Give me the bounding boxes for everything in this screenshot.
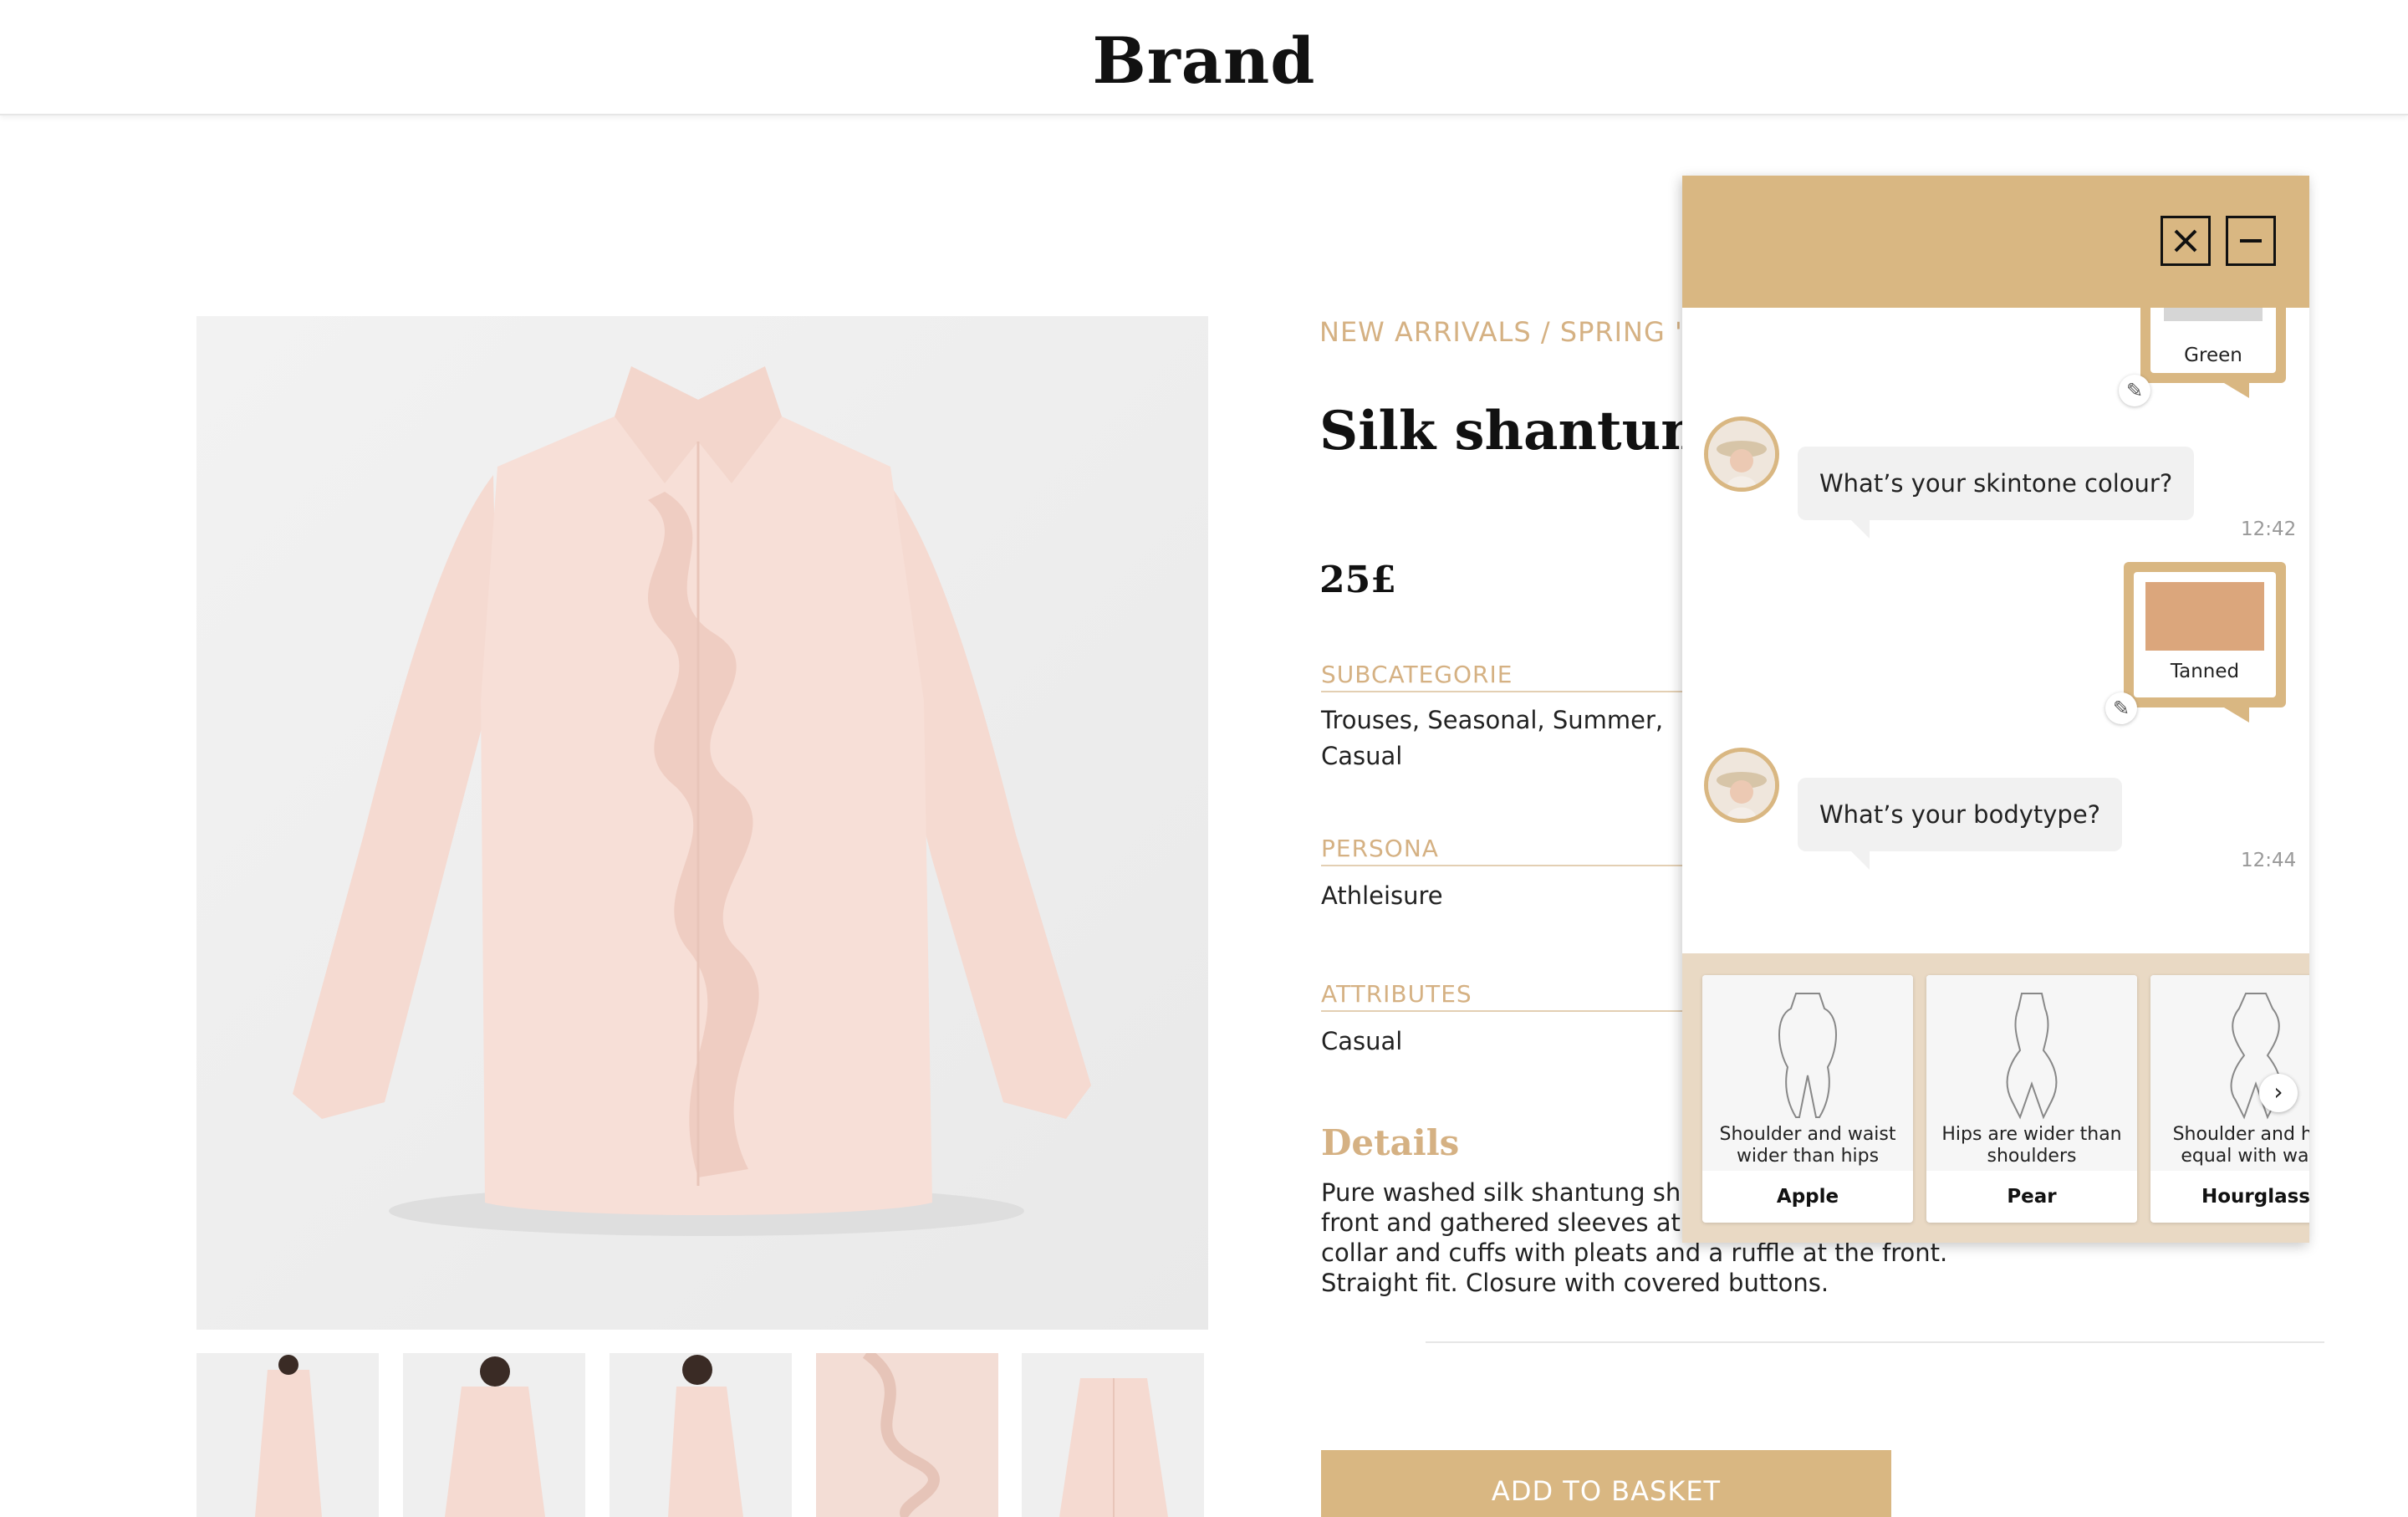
product-main-image[interactable] [196,316,1208,1330]
thumbnail-1[interactable] [196,1353,379,1517]
next-options-button[interactable]: › [2259,1074,2298,1112]
persona-divider [1321,865,1689,866]
thumbnail-3[interactable] [610,1353,792,1517]
bodytype-desc: Shoulder and hips equal with waist [2172,1124,2309,1167]
product-price: 25£ [1319,559,1396,601]
bodytype-desc: Shoulder and waist wider than hips [1719,1124,1896,1167]
persona-label: PERSONA [1321,835,1439,862]
bodytype-option-apple[interactable]: Shoulder and waist wider than hips Apple [1702,975,1913,1223]
thumbnail-5[interactable] [1022,1353,1204,1517]
close-icon [2174,229,2197,253]
brand-logo[interactable]: Brand [0,23,2408,98]
message-time: 12:42 [2241,518,2297,540]
product-title: Silk shantung [1319,400,1737,462]
message-time: 12:44 [2241,850,2297,871]
edit-answer-icon[interactable]: ✎ [2119,375,2150,406]
subcategory-label: SUBCATEGORIE [1321,661,1513,688]
assistant-avatar [1704,416,1779,492]
edit-answer-icon[interactable]: ✎ [2105,692,2137,724]
chat-header [1682,176,2309,308]
bodytype-options: Shoulder and waist wider than hips Apple… [1682,953,2309,1243]
attributes-divider [1321,1010,1689,1012]
chat-widget: Green ✎ What’s your skintone colour? 12:… [1682,176,2309,1243]
attributes-label: ATTRIBUTES [1321,980,1472,1008]
bodytype-option-pear[interactable]: Hips are wider than shoulders Pear [1926,975,2137,1223]
avatar-image [1708,421,1775,488]
persona-value: Athleisure [1321,881,1443,910]
bodytype-desc: Hips are wider than shoulders [1941,1124,2122,1167]
chevron-right-icon: › [2273,1078,2283,1106]
breadcrumb[interactable]: NEW ARRIVALS / SPRING '2 [1319,316,1701,348]
details-heading: Details [1321,1122,1460,1163]
previous-answer-label: Green [2184,345,2242,366]
site-header: Brand [0,0,2408,115]
skintone-answer-card: Tanned [2124,562,2286,723]
thumbnail-4[interactable] [816,1353,998,1517]
minimize-button[interactable] [2226,216,2276,266]
skintone-swatch [2145,582,2264,651]
avatar-image [1708,752,1775,819]
chat-message-skintone: What’s your skintone colour? [1798,447,2195,520]
answer-swatch [2164,308,2263,321]
bodytype-name: Apple [1776,1186,1839,1208]
attributes-value: Casual [1321,1027,1403,1055]
section-divider [1426,1341,2324,1343]
subcategory-value: Trouses, Seasonal, Summer, Casual [1321,706,1664,770]
thumbnail-2[interactable] [403,1353,585,1517]
bodytype-name: Pear [2007,1186,2057,1208]
chat-message-bodytype: What’s your bodytype? [1798,778,2123,851]
minimize-icon [2240,239,2262,243]
bodytype-name: Hourglass [2201,1186,2309,1208]
close-button[interactable] [2161,216,2211,266]
previous-answer-card: Green [2140,308,2286,398]
subcategory-divider [1321,691,1689,692]
skintone-answer-label: Tanned [2170,661,2240,682]
shirt-illustration [196,316,1208,1330]
add-to-basket-button[interactable]: ADD TO BASKET [1321,1450,1891,1517]
assistant-avatar [1704,748,1779,823]
